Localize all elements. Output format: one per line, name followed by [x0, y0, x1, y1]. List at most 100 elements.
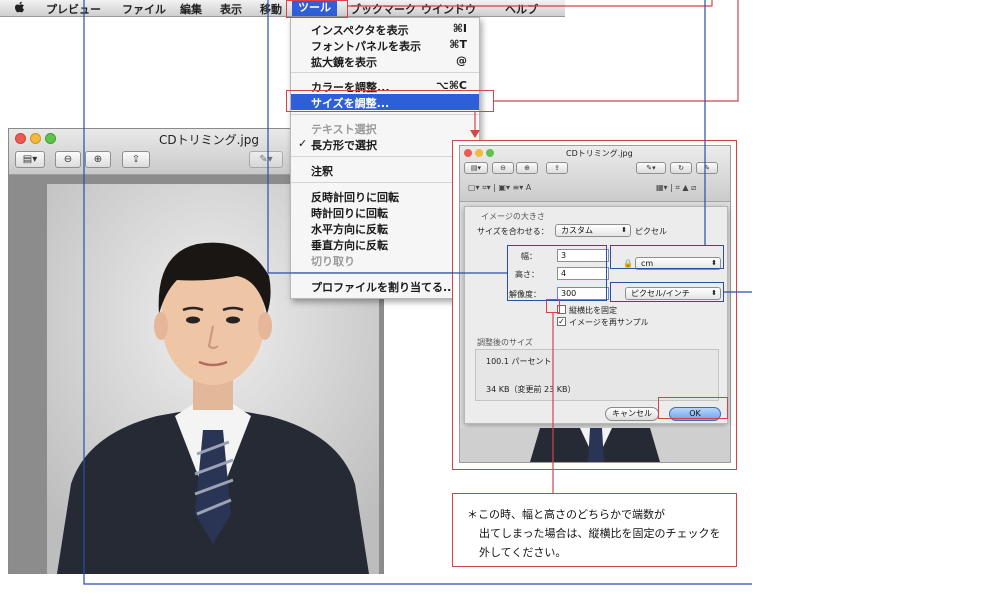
unit-popup-highlight-box	[610, 245, 724, 269]
zoom-out-button[interactable]: ⊖	[55, 151, 81, 168]
menu-item-show-inspector[interactable]: インスペクタを表示 ⌘I	[291, 21, 479, 37]
portrait-photo-thumbnail	[460, 428, 730, 462]
shortcut-label: ⌘T	[449, 38, 467, 51]
result-percent: 100.1 パーセント	[486, 357, 552, 366]
menu-separator	[291, 72, 479, 73]
fit-into-value: カスタム	[561, 226, 593, 235]
zoom-out-button[interactable]: ⊖	[492, 162, 514, 174]
menu-item-label: テキスト選択	[311, 123, 377, 136]
dialog-photo-strip	[460, 428, 730, 462]
size-adjust-panel: イメージの大きさ サイズを合わせる： カスタム ⬍ ピクセル 幅： 3 高さ： …	[464, 206, 728, 424]
size-fields-highlight-box	[507, 245, 607, 301]
zoom-in-icon: ⊕	[524, 164, 530, 172]
keep-ratio-highlight-box	[546, 299, 560, 313]
share-icon: ⇪	[131, 154, 141, 165]
minimize-button[interactable]	[30, 133, 41, 144]
share-icon: ⇪	[554, 164, 560, 172]
note-line-2: 出てしまった場合は、縦横比を固定のチェックを	[479, 527, 721, 540]
fit-into-popup[interactable]: カスタム ⬍	[555, 224, 631, 237]
menu-separator	[291, 114, 479, 115]
note-line-3: 外してください。	[479, 546, 567, 559]
markup-toolbar-icons: ▢▾ ⌗▾ | ▣▾ ≡▾ A	[468, 183, 532, 192]
note-box: ＊この時、幅と高さのどちらかで端数が 出てしまった場合は、縦横比を固定のチェック…	[452, 493, 737, 567]
pen-icon: ✎▾	[259, 154, 273, 165]
window-title: CDトリミング.jpg	[159, 133, 260, 147]
section-image-size-label: イメージの大きさ	[481, 212, 545, 221]
menu-item-rotate-left[interactable]: 反時計回りに回転	[291, 188, 479, 204]
apple-icon[interactable]	[14, 1, 25, 14]
menu-item-rotate-right[interactable]: 時計回りに回転	[291, 204, 479, 220]
note-line-1: ＊この時、幅と高さのどちらかで端数が	[467, 508, 665, 521]
pen-icon: ✎▾	[646, 164, 656, 172]
fit-unit-label: ピクセル	[635, 227, 667, 236]
shortcut-label: @	[456, 54, 467, 67]
menu-item-label: 切り取り	[311, 255, 355, 268]
tools-menu-highlight-box	[286, 0, 348, 18]
menu-separator	[291, 272, 479, 273]
markup-toolbar-icons-right: ▦▾ | ⌗ ▲ ⧄	[656, 183, 697, 192]
annotate-button[interactable]: ✎▾	[636, 162, 666, 174]
dialog-minimize-button[interactable]	[475, 149, 483, 157]
resample-checkbox[interactable]: ✓	[557, 317, 566, 326]
sidebar-icon: ▤▾	[22, 154, 38, 165]
sidebar-icon: ▤▾	[470, 164, 482, 172]
markup-icon: ✎	[704, 164, 710, 172]
cancel-button[interactable]: キャンセル	[605, 407, 659, 421]
dialog-zoom-button[interactable]	[486, 149, 494, 157]
menu-view[interactable]: 表示	[220, 1, 242, 17]
zoom-button[interactable]	[45, 133, 56, 144]
sidebar-toggle-button[interactable]: ▤▾	[464, 162, 488, 174]
menu-bar: プレビュー ファイル 編集 表示 移動 ツール ブックマーク ウインドウ ヘルプ	[0, 0, 565, 17]
menu-go[interactable]: 移動	[260, 1, 282, 17]
result-size-label: 調整後のサイズ	[477, 338, 533, 347]
markup-button[interactable]: ✎	[696, 162, 718, 174]
sidebar-toggle-button[interactable]: ▤▾	[15, 151, 45, 168]
menu-file[interactable]: ファイル	[122, 1, 166, 17]
menu-item-label: 時計回りに回転	[311, 207, 388, 220]
menu-item-flip-horizontal[interactable]: 水平方向に反転	[291, 220, 479, 236]
rotate-button[interactable]: ↻	[670, 162, 692, 174]
share-button[interactable]: ⇪	[546, 162, 568, 174]
zoom-in-icon: ⊕	[93, 154, 103, 165]
menu-item-text-select[interactable]: テキスト選択	[291, 120, 479, 136]
shortcut-label: ⌘I	[452, 22, 467, 35]
menu-item-label: プロファイルを割り当てる...	[311, 281, 456, 294]
zoom-out-icon: ⊖	[500, 164, 506, 172]
menu-bookmarks[interactable]: ブックマーク	[350, 1, 416, 17]
fit-into-label: サイズを合わせる：	[477, 227, 549, 236]
zoom-out-icon: ⊖	[63, 154, 73, 165]
menu-item-show-magnifier[interactable]: 拡大鏡を表示 @	[291, 53, 479, 69]
menu-item-show-fonts[interactable]: フォントパネルを表示 ⌘T	[291, 37, 479, 53]
menu-item-label: 反時計回りに回転	[311, 191, 399, 204]
checkmark-icon: ✓	[298, 137, 308, 150]
menu-item-label: インスペクタを表示	[311, 24, 409, 37]
share-button[interactable]: ⇪	[122, 151, 150, 168]
dialog-close-button[interactable]	[464, 149, 472, 157]
menu-edit[interactable]: 編集	[180, 1, 202, 17]
menu-separator	[291, 156, 479, 157]
zoom-in-button[interactable]: ⊕	[516, 162, 538, 174]
menu-item-crop[interactable]: 切り取り	[291, 252, 479, 268]
menu-item-label: 長方形で選択	[311, 139, 377, 152]
menu-window[interactable]: ウインドウ	[421, 1, 476, 17]
result-file-size: 34 KB（変更前 23 KB）	[486, 385, 576, 394]
dialog-title: CDトリミング.jpg	[566, 149, 633, 158]
menu-preview[interactable]: プレビュー	[46, 1, 101, 17]
zoom-in-button[interactable]: ⊕	[85, 151, 111, 168]
annotate-button[interactable]: ✎▾	[249, 151, 283, 168]
close-button[interactable]	[15, 133, 26, 144]
menu-item-flip-vertical[interactable]: 垂直方向に反転	[291, 236, 479, 252]
menu-item-annotate[interactable]: 注釈	[291, 162, 479, 178]
resample-label: イメージを再サンプル	[569, 318, 649, 327]
popup-arrows-icon: ⬍	[621, 226, 627, 234]
keep-ratio-label: 縦横比を固定	[569, 306, 617, 315]
menu-item-label: フォントパネルを表示	[311, 40, 421, 53]
menu-help[interactable]: ヘルプ	[505, 1, 538, 17]
menu-item-label: 水平方向に反転	[311, 223, 388, 236]
menu-item-rect-select[interactable]: ✓ 長方形で選択	[291, 136, 479, 152]
menu-item-label: 拡大鏡を表示	[311, 56, 377, 69]
menu-item-assign-profile[interactable]: プロファイルを割り当てる...	[291, 278, 479, 294]
menu-item-label: 垂直方向に反転	[311, 239, 388, 252]
menu-separator	[291, 182, 479, 183]
menu-item-label: 注釈	[311, 165, 333, 178]
